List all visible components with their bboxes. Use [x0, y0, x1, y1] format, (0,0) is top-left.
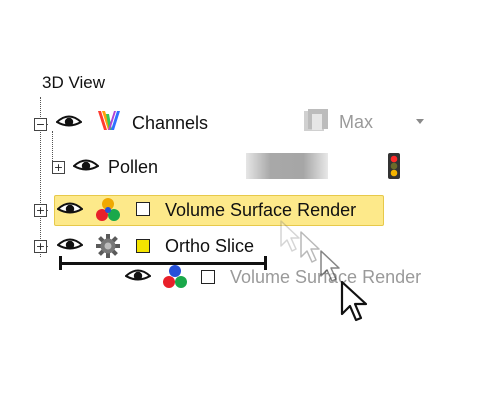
drop-insertion-cap-left [59, 256, 62, 270]
eye-icon[interactable] [57, 201, 83, 217]
eye-icon[interactable] [73, 158, 99, 174]
traffic-light-icon[interactable] [385, 152, 403, 180]
projection-icon [304, 109, 328, 131]
channels-icon [98, 111, 120, 130]
chevron-down-icon[interactable] [416, 119, 424, 124]
volume-surface-label[interactable]: Volume Surface Render [165, 200, 356, 221]
channels-expander[interactable]: − [34, 118, 47, 131]
pollen-colormap-bar[interactable] [246, 153, 328, 179]
ortho-slice-checkbox[interactable] [136, 239, 150, 253]
volume-surface-checkbox[interactable] [136, 202, 150, 216]
channels-label[interactable]: Channels [132, 113, 208, 134]
rgb-spheres-icon [163, 265, 187, 288]
projection-mode-label[interactable]: Max [339, 112, 373, 133]
pollen-label[interactable]: Pollen [108, 157, 158, 178]
gear-icon [96, 234, 120, 258]
volume-surface-expander[interactable]: + [34, 204, 47, 217]
rgb-spheres-icon [96, 198, 120, 221]
ortho-slice-expander[interactable]: + [34, 240, 47, 253]
mouse-cursor-icon [320, 250, 340, 282]
eye-icon[interactable] [56, 114, 82, 130]
mouse-cursor-icon [340, 280, 368, 322]
tree-root-label: 3D View [42, 73, 105, 92]
ortho-slice-label[interactable]: Ortho Slice [165, 236, 254, 257]
eye-icon [125, 269, 151, 281]
eye-icon[interactable] [57, 237, 83, 253]
drag-ghost-checkbox [201, 270, 215, 284]
pollen-expander[interactable]: + [52, 161, 65, 174]
